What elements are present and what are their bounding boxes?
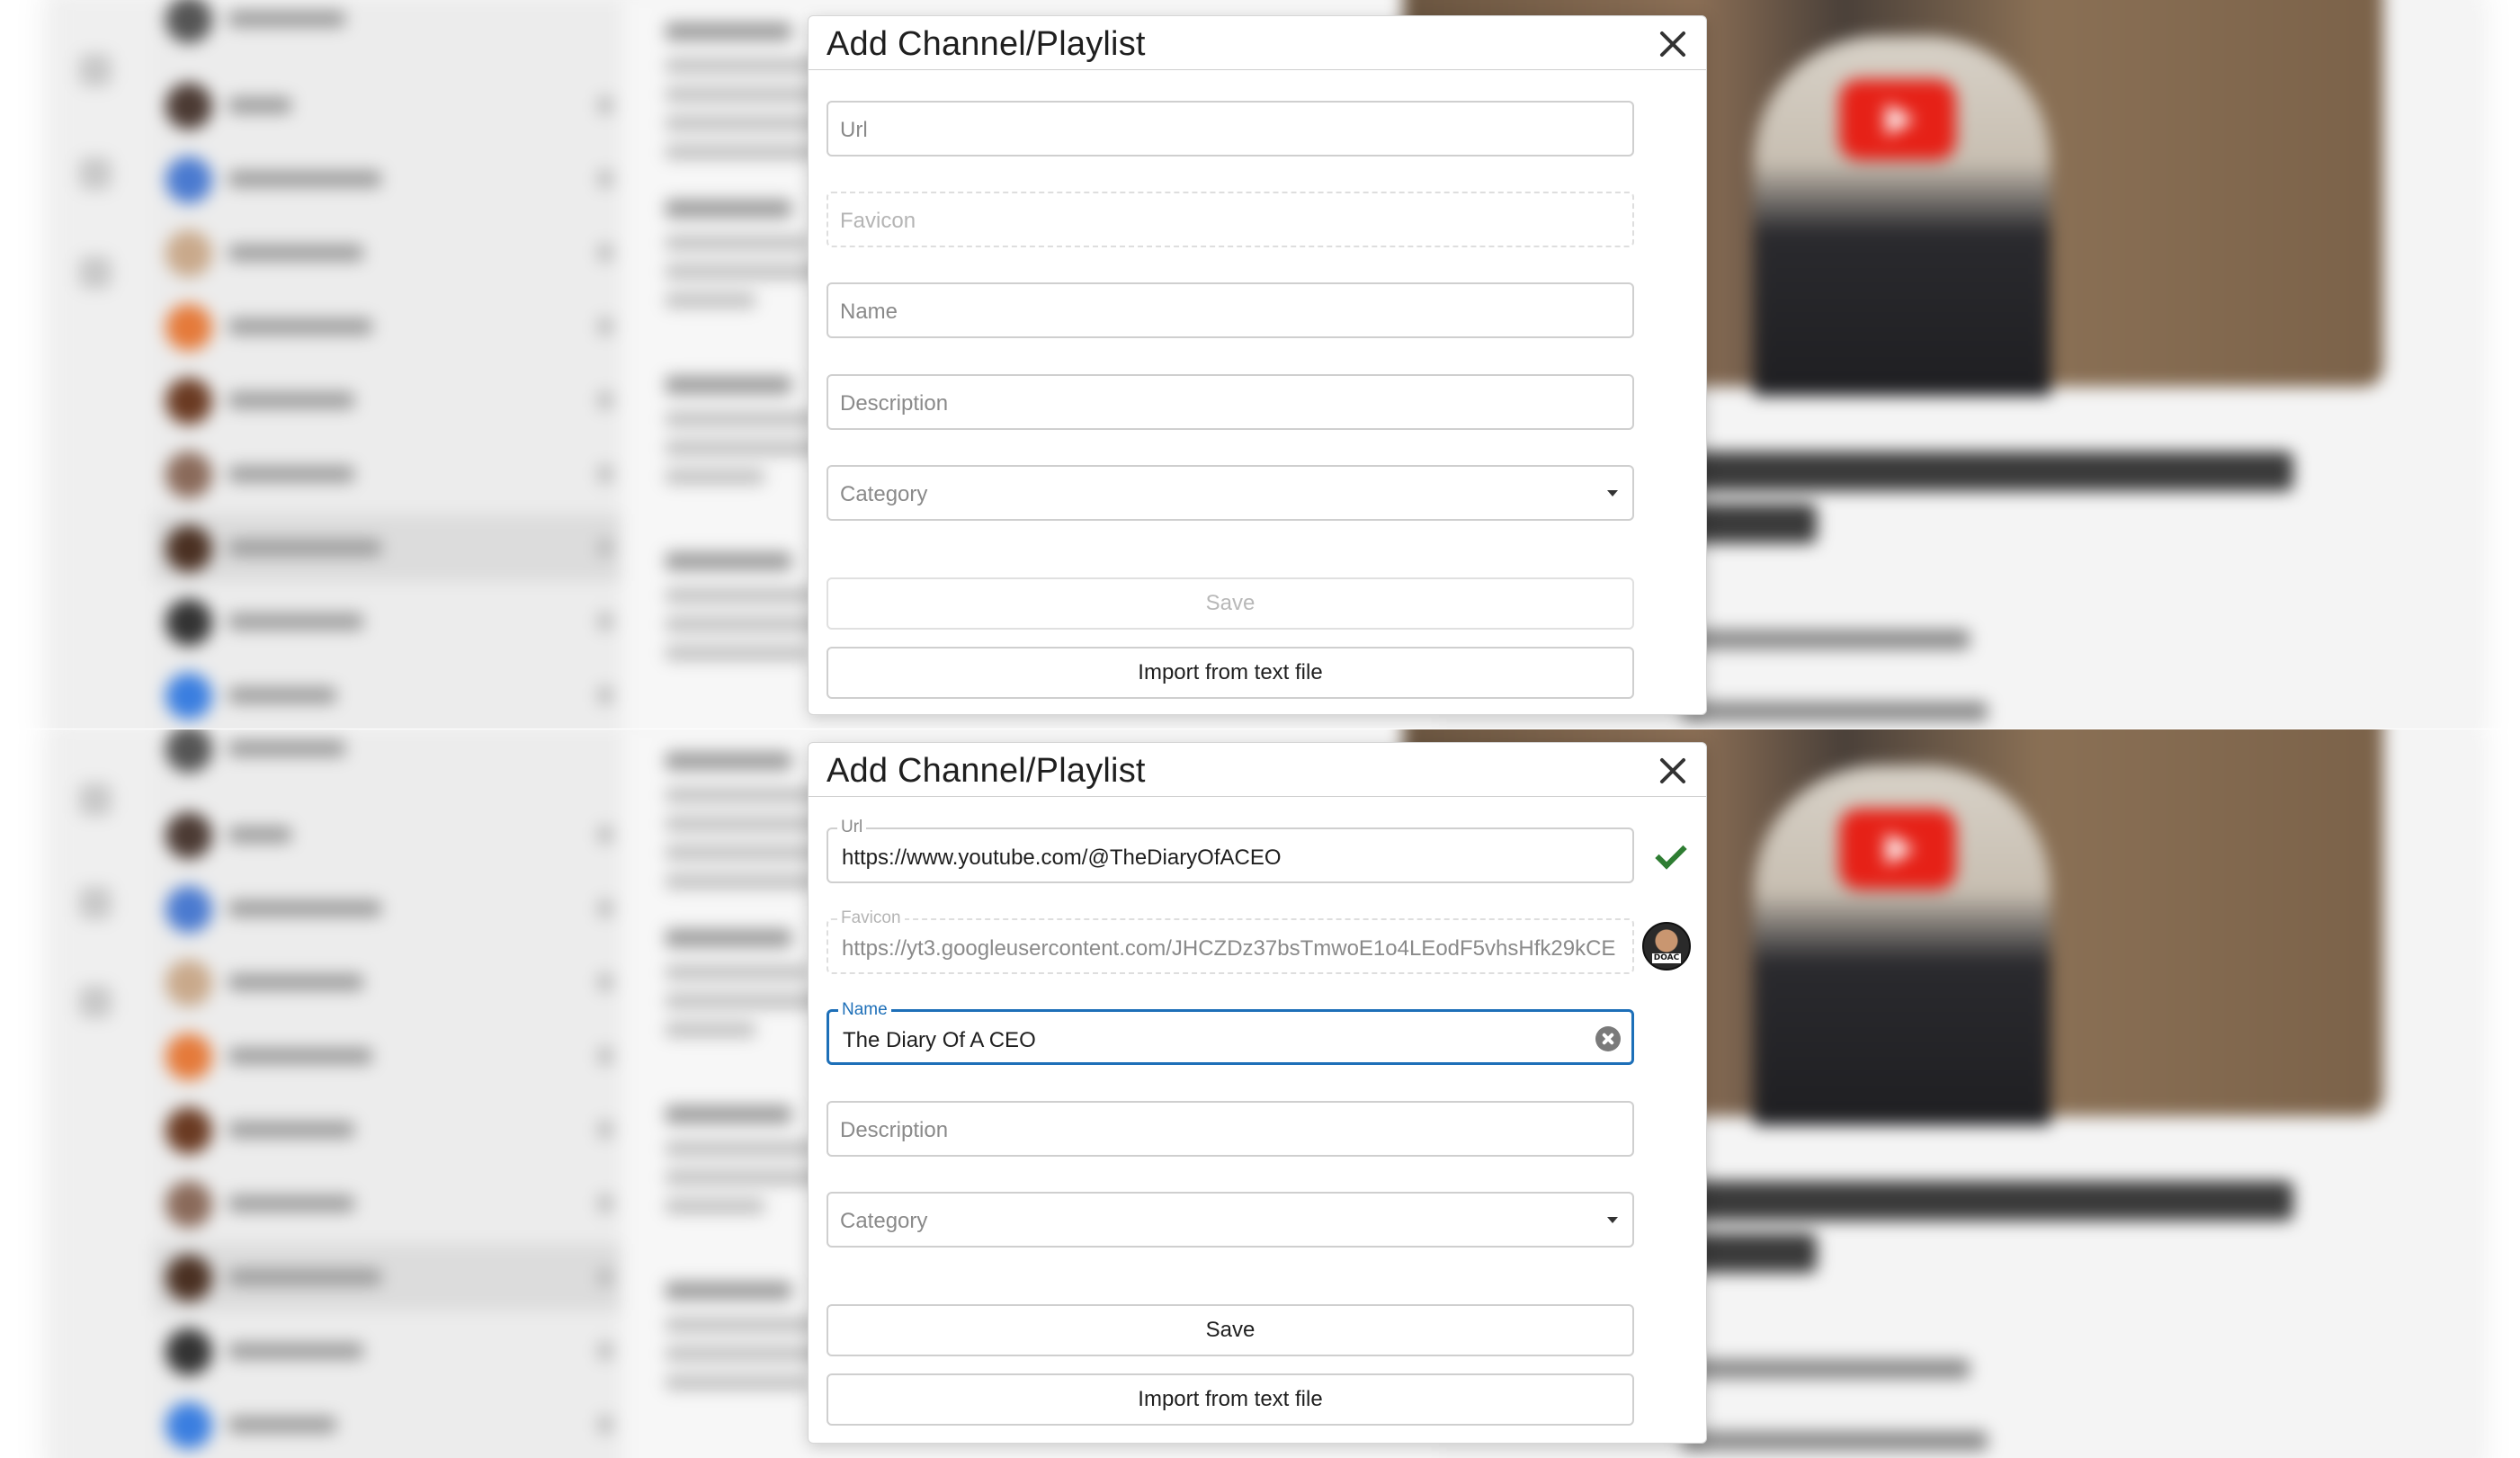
channel-avatar-badge: DOAC — [1652, 953, 1681, 963]
name-input[interactable]: Name — [827, 282, 1634, 338]
category-placeholder: Category — [840, 1209, 928, 1233]
category-select[interactable]: Category — [827, 1192, 1634, 1248]
save-button[interactable]: Save — [827, 577, 1634, 630]
save-button[interactable]: Save — [827, 1304, 1634, 1356]
check-icon — [1650, 837, 1686, 873]
favicon-input: Favicon — [827, 192, 1634, 247]
favicon-label: Favicon — [837, 908, 905, 928]
screenshot-empty-form: Add Channel/Playlist Url Favicon Name De… — [0, 0, 2520, 729]
name-placeholder: Name — [840, 300, 898, 324]
name-input[interactable]: Name The Diary Of A CEO — [827, 1000, 1634, 1065]
add-channel-modal: Add Channel/Playlist Url Favicon Name De… — [808, 15, 1707, 715]
screenshot-filled-form: Add Channel/Playlist Url https://www.you… — [0, 729, 2520, 1458]
favicon-input: Favicon https://yt3.googleusercontent.co… — [827, 908, 1634, 974]
favicon-value: https://yt3.googleusercontent.com/JHCZDz… — [842, 936, 1616, 961]
url-input[interactable]: Url — [827, 101, 1634, 157]
url-value: https://www.youtube.com/@TheDiaryOfACEO — [842, 845, 1282, 870]
chevron-down-icon — [1607, 1217, 1618, 1223]
modal-title: Add Channel/Playlist — [827, 25, 1146, 63]
description-placeholder: Description — [840, 391, 949, 416]
category-placeholder: Category — [840, 482, 928, 506]
chevron-down-icon — [1607, 490, 1618, 496]
clear-input-icon[interactable] — [1595, 1026, 1621, 1051]
add-channel-modal: Add Channel/Playlist Url https://www.you… — [808, 742, 1707, 1444]
url-input[interactable]: Url https://www.youtube.com/@TheDiaryOfA… — [827, 818, 1634, 883]
url-placeholder: Url — [840, 118, 868, 142]
close-icon[interactable] — [1656, 754, 1690, 788]
modal-header: Add Channel/Playlist — [809, 16, 1706, 70]
import-from-file-button[interactable]: Import from text file — [827, 647, 1634, 699]
modal-header: Add Channel/Playlist — [809, 743, 1706, 797]
modal-title: Add Channel/Playlist — [827, 752, 1146, 790]
url-label: Url — [837, 818, 867, 837]
close-icon[interactable] — [1656, 27, 1690, 61]
category-select[interactable]: Category — [827, 465, 1634, 521]
description-input[interactable]: Description — [827, 374, 1634, 430]
name-value: The Diary Of A CEO — [843, 1028, 1036, 1052]
description-placeholder: Description — [840, 1118, 949, 1142]
favicon-placeholder: Favicon — [840, 209, 916, 233]
description-input[interactable]: Description — [827, 1101, 1634, 1157]
import-from-file-button[interactable]: Import from text file — [827, 1373, 1634, 1426]
name-label: Name — [838, 1000, 891, 1020]
channel-avatar: DOAC — [1642, 922, 1691, 971]
